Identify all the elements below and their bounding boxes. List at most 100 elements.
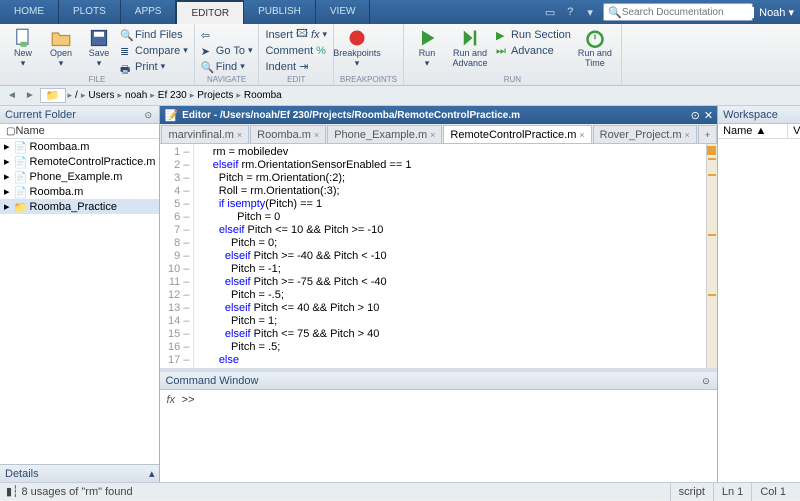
file-icon: 📄 — [14, 141, 26, 153]
menu-tab-view[interactable]: VIEW — [316, 0, 371, 24]
insert-button[interactable]: Insert 🖾 fx ▾ — [265, 27, 327, 42]
command-window-panel: Command Window ⊙ fx >> — [160, 372, 717, 482]
dropdown-icon[interactable]: ▾ — [583, 5, 597, 19]
ribbon-navigate: ⇦ ➤Go To ▾ 🔍Find ▾ NAVIGATE — [195, 24, 260, 85]
breadcrumb[interactable]: noah — [125, 90, 147, 101]
folder-col-header[interactable]: ▢ Name — [0, 124, 159, 139]
editor-panel: 📝 Editor - /Users/noah/Ef 230/Projects/R… — [160, 106, 717, 372]
path-root[interactable]: 📁 — [40, 88, 66, 103]
panel-menu-icon[interactable]: ⊙ — [144, 110, 154, 120]
advance-button[interactable]: ⏭Advance — [496, 43, 571, 58]
run-advance-button[interactable]: Run and Advance — [448, 26, 492, 68]
file-item[interactable]: ▸📄Roombaa.m — [0, 139, 159, 154]
goto-button[interactable]: ➤Go To ▾ — [201, 43, 253, 58]
ribbon-edit: Insert 🖾 fx ▾ Comment % Indent ⇥ EDIT — [259, 24, 334, 85]
ribbon-run-label: RUN — [410, 75, 615, 85]
new-button[interactable]: New▾ — [6, 26, 40, 68]
editor-tab[interactable]: Phone_Example.m × — [327, 125, 442, 143]
editor-tab[interactable]: Roomba.m × — [250, 125, 326, 143]
cmd-menu-icon[interactable]: ⊙ — [702, 376, 712, 386]
file-item[interactable]: ▸📄Roomba.m — [0, 184, 159, 199]
expand-icon[interactable]: ▸ — [4, 155, 10, 168]
workspace-panel: Workspace ⊙ Name ▲ Value — [717, 106, 800, 482]
new-tab-button[interactable]: + — [698, 125, 717, 143]
ribbon-nav-label: NAVIGATE — [201, 75, 253, 85]
file-item[interactable]: ▸📁Roomba_Practice — [0, 199, 159, 214]
ribbon-file: New▾ Open▾ Save▾ 🔍Find Files ≣Compare ▾ … — [0, 24, 195, 85]
open-button[interactable]: Open▾ — [44, 26, 78, 68]
menu-tab-apps[interactable]: APPS — [121, 0, 177, 24]
user-menu[interactable]: Noah ▾ — [753, 6, 800, 19]
save-button[interactable]: Save▾ — [82, 26, 116, 68]
ribbon-breakpoints: Breakpoints▾ BREAKPOINTS — [334, 24, 404, 85]
status-col: Col 1 — [751, 483, 794, 501]
layout-icon[interactable]: ▭ — [543, 5, 557, 19]
print-button[interactable]: 🖶Print ▾ — [120, 59, 188, 74]
ribbon-bp-label: BREAKPOINTS — [340, 75, 397, 85]
find-button[interactable]: 🔍Find ▾ — [201, 59, 253, 74]
code-area[interactable]: rm = mobiledev elseif rm.OrientationSens… — [194, 144, 706, 368]
file-item[interactable]: ▸📄Phone_Example.m — [0, 169, 159, 184]
title-bar: HOMEPLOTSAPPSEDITORPUBLISHVIEW ▭ ? ▾ 🔍 N… — [0, 0, 800, 24]
command-window-header: Command Window ⊙ — [160, 372, 717, 390]
run-time-button[interactable]: Run and Time — [575, 26, 615, 68]
busy-icon: ▮┆ — [6, 485, 19, 498]
workspace-header: Workspace ⊙ — [718, 106, 800, 124]
tab-close-icon[interactable]: × — [237, 130, 242, 140]
ribbon-file-label: FILE — [6, 75, 188, 85]
indent-button[interactable]: Indent ⇥ — [265, 59, 327, 74]
ribbon-edit-label: EDIT — [265, 75, 327, 85]
breadcrumb[interactable]: Roomba — [244, 90, 282, 101]
menu-tabs: HOMEPLOTSAPPSEDITORPUBLISHVIEW — [0, 0, 370, 24]
comment-button[interactable]: Comment % — [265, 43, 327, 58]
editor-tabs: marvinfinal.m ×Roomba.m ×Phone_Example.m… — [160, 124, 717, 144]
back-icon[interactable]: ◄ — [4, 90, 20, 101]
search-input[interactable] — [622, 7, 754, 18]
nav-back[interactable]: ⇦ — [201, 27, 253, 42]
tab-close-icon[interactable]: × — [579, 130, 584, 140]
menu-tab-home[interactable]: HOME — [0, 0, 59, 24]
fwd-icon[interactable]: ► — [22, 90, 38, 101]
status-usages: 8 usages of "rm" found — [21, 486, 132, 498]
breadcrumb[interactable]: Users — [88, 90, 114, 101]
file-item[interactable]: ▸📄RemoteControlPractice.m — [0, 154, 159, 169]
expand-icon[interactable]: ▸ — [4, 170, 10, 183]
editor-icon: 📝 — [164, 109, 178, 122]
expand-icon[interactable]: ▸ — [4, 140, 10, 153]
file-list: ▸📄Roombaa.m▸📄RemoteControlPractice.m▸📄Ph… — [0, 139, 159, 464]
expand-icon[interactable]: ▸ — [4, 200, 10, 213]
menu-tab-publish[interactable]: PUBLISH — [244, 0, 316, 24]
editor-tab[interactable]: RemoteControlPractice.m × — [443, 125, 591, 143]
tab-close-icon[interactable]: × — [314, 130, 319, 140]
fx-icon[interactable]: fx — [166, 394, 175, 406]
breadcrumb[interactable]: Ef 230 — [158, 90, 187, 101]
search-icon: 🔍 — [608, 6, 622, 19]
file-icon: 📁 — [14, 201, 26, 213]
breakpoints-button[interactable]: Breakpoints▾ — [340, 26, 374, 68]
menu-tab-plots[interactable]: PLOTS — [59, 0, 121, 24]
editor-tab[interactable]: Rover_Project.m × — [593, 125, 697, 143]
editor-close-icon[interactable]: ✕ — [704, 109, 713, 122]
breadcrumb[interactable]: Projects — [197, 90, 233, 101]
findfiles-button[interactable]: 🔍Find Files — [120, 27, 188, 42]
run-button[interactable]: Run▾ — [410, 26, 444, 68]
tab-close-icon[interactable]: × — [430, 130, 435, 140]
path-bar: ◄ ► 📁 ▸/▸Users▸noah▸Ef 230▸Projects▸Room… — [0, 86, 800, 106]
code-minimap[interactable] — [706, 144, 717, 368]
breadcrumb[interactable]: / — [75, 90, 78, 101]
command-window-body[interactable]: fx >> — [160, 390, 717, 482]
tab-close-icon[interactable]: × — [685, 130, 690, 140]
help-icon[interactable]: ? — [563, 5, 577, 19]
editor-menu-icon[interactable]: ⊙ — [691, 109, 700, 122]
menu-tab-editor[interactable]: EDITOR — [176, 0, 244, 24]
editor-tab[interactable]: marvinfinal.m × — [161, 125, 249, 143]
editor-body[interactable]: 1 –2 –3 –4 –5 –6 –7 –8 –9 –10 –11 –12 –1… — [160, 144, 717, 368]
editor-title: Editor - /Users/noah/Ef 230/Projects/Roo… — [182, 110, 520, 121]
details-header[interactable]: Details ▴ — [0, 464, 159, 482]
search-box[interactable]: 🔍 — [603, 3, 753, 21]
run-section-button[interactable]: ▶Run Section — [496, 27, 571, 42]
status-line: Ln 1 — [713, 483, 751, 501]
compare-button[interactable]: ≣Compare ▾ — [120, 43, 188, 58]
workspace-columns[interactable]: Name ▲ Value — [718, 124, 800, 139]
expand-icon[interactable]: ▸ — [4, 185, 10, 198]
